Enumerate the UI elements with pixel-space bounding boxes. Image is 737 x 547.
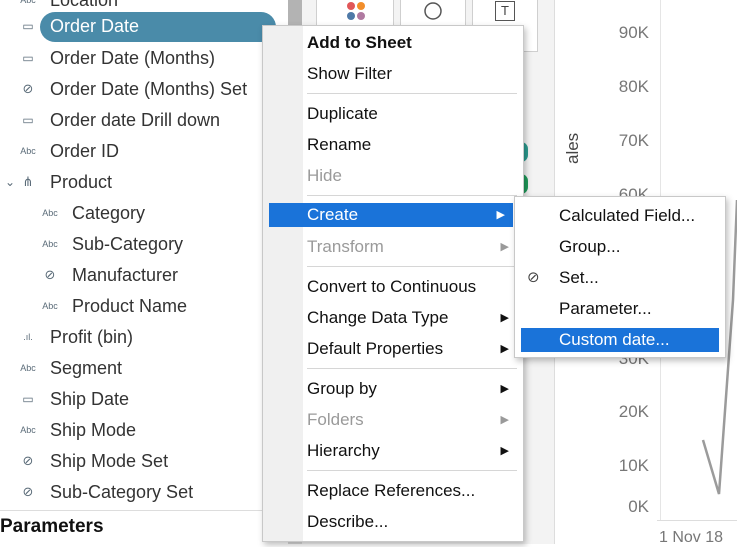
field-context-menu: Add to Sheet Show Filter Duplicate Renam… [262,25,524,542]
calendar-custom-icon: ▭ [22,51,34,65]
menu-separator [307,195,517,196]
menu-item-default-properties[interactable]: Default Properties ▶ [263,335,523,363]
menu-item-set[interactable]: ⊘ Set... [515,264,725,292]
submenu-arrow-icon: ▶ [500,241,509,253]
menu-item-calculated-field[interactable]: Calculated Field... [515,202,725,230]
chevron-down-icon[interactable]: ⌄ [2,168,18,196]
abc-icon: Abc [42,208,58,218]
submenu-arrow-icon: ▶ [496,209,505,221]
menu-item-parameter[interactable]: Parameter... [515,295,725,323]
submenu-arrow-icon: ▶ [500,312,509,324]
submenu-arrow-icon: ▶ [500,343,509,355]
submenu-arrow-icon: ▶ [500,445,509,457]
menu-item-group-by[interactable]: Group by ▶ [263,375,523,403]
abc-icon: Abc [20,146,36,156]
data-pane: Abc Location ▭ Order Date ▭ Order Date (… [0,0,290,544]
menu-item-hierarchy[interactable]: Hierarchy ▶ [263,437,523,465]
parameters-header: Parameters [0,516,104,537]
menu-item-folders: Folders ▶ [263,406,523,434]
calendar-icon: ▭ [22,19,34,33]
menu-separator [307,93,517,94]
pane-divider [0,510,290,511]
menu-separator [307,470,517,471]
menu-item-create[interactable]: Create ▶ [269,203,513,227]
text-label-icon: T [495,1,515,21]
date-hierarchy-icon: ▭ [22,113,34,127]
set-icon: ⊘ [22,484,34,499]
menu-item-add-to-sheet[interactable]: Add to Sheet [263,29,523,57]
hierarchy-icon: ⋔ [22,174,34,189]
menu-separator [307,368,517,369]
menu-item-change-data-type[interactable]: Change Data Type ▶ [263,304,523,332]
abc-icon: Abc [20,425,36,435]
abc-icon: Abc [42,301,58,311]
submenu-arrow-icon: ▶ [500,414,509,426]
menu-item-show-filter[interactable]: Show Filter [263,60,523,88]
menu-item-hide: Hide [307,166,342,185]
menu-item-convert-to-continuous[interactable]: Convert to Continuous [263,273,523,301]
set-icon: ⊘ [22,81,34,96]
create-submenu: Calculated Field... Group... ⊘ Set... Pa… [514,196,726,358]
menu-item-describe[interactable]: Describe... [263,508,523,536]
calendar-icon: ▭ [22,392,34,406]
abc-icon: Abc [42,239,58,249]
x-axis-line [657,520,737,521]
menu-item-group[interactable]: Group... [515,233,725,261]
x-tick: 1 Nov 18 [659,529,724,546]
abc-icon: Abc [20,363,36,373]
submenu-arrow-icon: ▶ [500,383,509,395]
set-icon: ⊘ [22,453,34,468]
menu-item-duplicate[interactable]: Duplicate [263,100,523,128]
menu-separator [307,266,517,267]
paperclip-icon: ⊘ [44,267,56,282]
menu-item-replace-references[interactable]: Replace References... [263,477,523,505]
menu-item-custom-date[interactable]: Custom date... [521,328,719,352]
bin-icon: .ıl. [23,332,33,342]
set-icon: ⊘ [527,269,540,286]
menu-item-rename[interactable]: Rename [263,131,523,159]
menu-item-transform: Transform ▶ [263,233,523,261]
